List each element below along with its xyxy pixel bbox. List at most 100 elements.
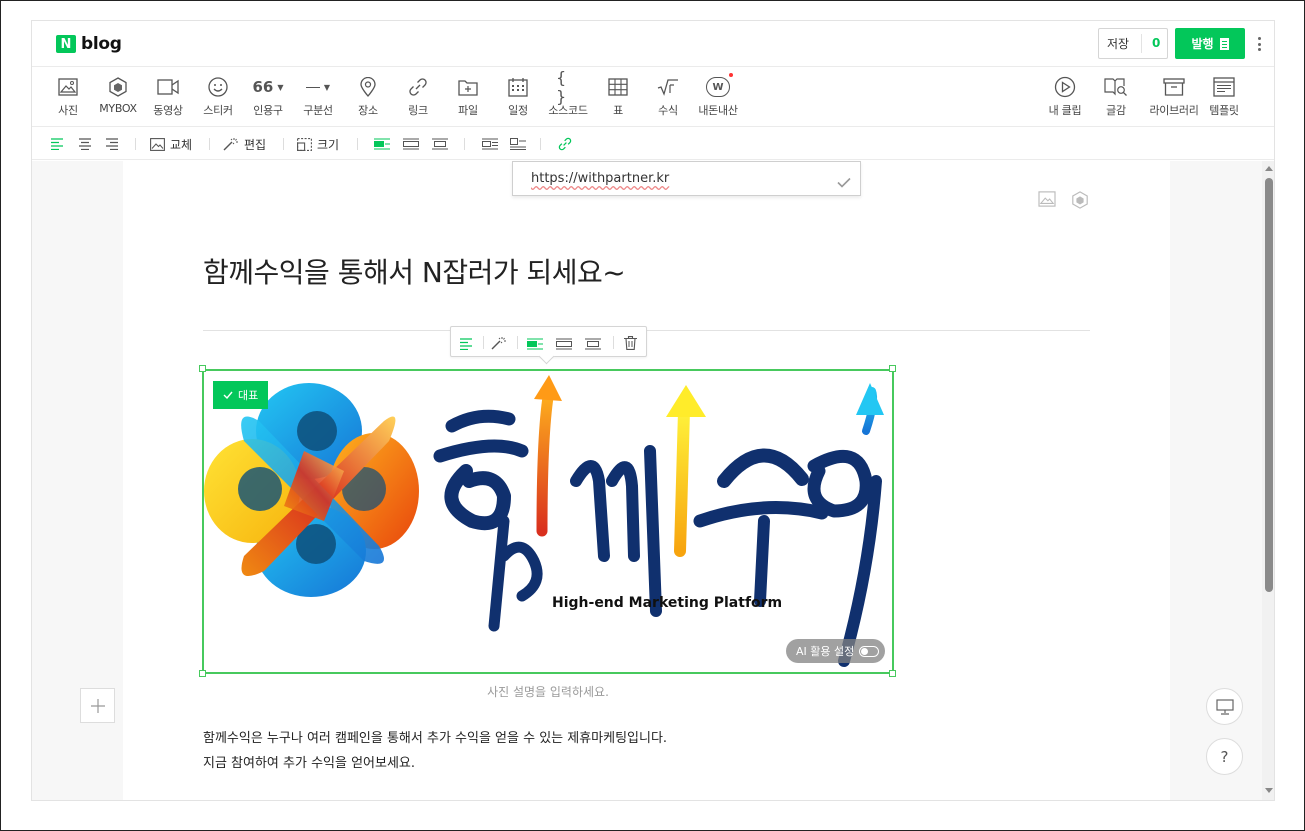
file-icon <box>456 75 480 99</box>
resize-handle-top-right[interactable] <box>889 365 896 372</box>
toolbar-divider[interactable]: ▼ 구분선 <box>293 75 343 118</box>
confirm-check-icon[interactable] <box>837 173 851 192</box>
separator <box>540 138 541 150</box>
image-caption-input[interactable]: 사진 설명을 입력하세요. <box>202 683 894 700</box>
layout-wide-icon[interactable] <box>432 136 448 152</box>
trash-icon[interactable] <box>624 335 637 354</box>
material-icon <box>1104 75 1128 99</box>
toolbar-template[interactable]: 템플릿 <box>1199 75 1249 118</box>
align-left-icon[interactable] <box>51 136 63 152</box>
clip-icon <box>1053 75 1077 99</box>
representative-badge[interactable]: 대표 <box>213 381 269 409</box>
toolbar-photo[interactable]: 사진 <box>43 75 93 118</box>
body-paragraph: 함께수익은 누구나 여러 캠페인을 통해서 추가 수익을 얻을 수 있는 제휴마… <box>203 731 668 746</box>
layout-wide-icon[interactable] <box>585 335 601 354</box>
text-wrap-right-icon[interactable] <box>510 136 526 152</box>
check-icon <box>223 391 233 399</box>
ai-usage-toggle[interactable]: AI 활용 설정 <box>786 639 885 663</box>
toolbar-link[interactable]: 링크 <box>393 75 443 118</box>
toolbar-label: 동영상 <box>153 104 183 117</box>
text-wrap-left-icon[interactable] <box>482 136 498 152</box>
toolbar-file[interactable]: 파일 <box>443 75 493 118</box>
toolbar-label: 구분선 <box>303 104 333 117</box>
scroll-down-icon[interactable] <box>1265 788 1273 793</box>
blog-logo[interactable]: N blog <box>56 34 122 54</box>
toolbar-label: 글감 <box>1106 104 1126 117</box>
place-icon <box>356 75 380 99</box>
scroll-up-icon[interactable] <box>1265 166 1273 171</box>
align-right-icon[interactable] <box>106 136 118 152</box>
toggle-switch-icon[interactable] <box>859 645 880 657</box>
resize-handle-bottom-right[interactable] <box>889 670 896 677</box>
photo-icon[interactable] <box>1038 191 1056 213</box>
image-link-icon[interactable] <box>558 136 572 152</box>
layout-inline-icon[interactable] <box>374 136 390 152</box>
post-title[interactable]: 함께수익을 통해서 N잡러가 되세요~ <box>203 251 626 291</box>
toolbar-formula[interactable]: 수식 <box>643 75 693 118</box>
add-component-button[interactable] <box>80 688 115 723</box>
toolbar-source-code[interactable]: { } 소스코드 <box>543 68 593 118</box>
save-label: 저장 <box>1107 37 1130 51</box>
toolbar-label: 장소 <box>358 104 378 117</box>
link-url-input[interactable]: https://withpartner.kr <box>531 171 669 186</box>
toolbar-place[interactable]: 장소 <box>343 75 393 118</box>
question-icon: ? <box>1220 747 1229 766</box>
layout-full-icon[interactable] <box>403 136 419 152</box>
document-icon <box>1219 37 1229 50</box>
separator <box>483 336 484 349</box>
sticker-icon <box>206 75 230 99</box>
align-left-icon[interactable] <box>460 335 472 354</box>
toolbar-library[interactable]: 라이브러리 <box>1149 75 1199 118</box>
more-options-icon[interactable] <box>1254 34 1264 54</box>
toolbar-label: 템플릿 <box>1209 104 1239 117</box>
vertical-scrollbar[interactable] <box>1262 161 1274 800</box>
toolbar-mybox[interactable]: MYBOX <box>93 75 143 115</box>
selected-image[interactable]: High-end Marketing Platform 대표 AI 활용 설정 <box>202 369 894 674</box>
replace-image-button[interactable]: 교체 <box>150 136 192 152</box>
toolbar-calendar[interactable]: 일정 <box>493 75 543 118</box>
publish-button[interactable]: 발행 <box>1175 28 1245 59</box>
ai-toggle-label: AI 활용 설정 <box>796 645 855 658</box>
separator <box>613 336 614 349</box>
toolbar-label: 소스코드 <box>548 104 588 117</box>
post-body[interactable]: 함께수익은 누구나 여러 캠페인을 통해서 추가 수익을 얻을 수 있는 제휴마… <box>203 726 667 776</box>
magic-wand-icon[interactable] <box>491 335 507 354</box>
video-icon <box>156 75 180 99</box>
library-icon <box>1162 75 1186 99</box>
table-icon <box>606 75 630 99</box>
resize-handle-top-left[interactable] <box>199 365 206 372</box>
toolbar-my-clip[interactable]: 내 클립 <box>1040 75 1090 118</box>
separator <box>464 138 465 150</box>
resize-image-button[interactable]: 크기 <box>297 136 339 152</box>
toolbar-sticker[interactable]: 스티커 <box>193 75 243 118</box>
link-popup: https://withpartner.kr <box>512 161 861 196</box>
component-side-icons <box>1038 191 1089 213</box>
toolbar-my-money[interactable]: W 내돈내산 <box>693 73 743 118</box>
scroll-thumb[interactable] <box>1265 178 1273 592</box>
edit-image-button[interactable]: 편집 <box>223 136 266 152</box>
toolbar-label: 스티커 <box>203 104 233 117</box>
plus-icon <box>90 698 105 713</box>
help-button[interactable]: ? <box>1206 738 1243 775</box>
pc-preview-button[interactable] <box>1206 688 1243 725</box>
layout-inline-icon[interactable] <box>527 335 543 354</box>
logo-text: blog <box>81 34 122 54</box>
toolbar-material[interactable]: 글감 <box>1091 75 1141 118</box>
magic-wand-icon <box>223 138 238 151</box>
saved-count[interactable]: 0 <box>1141 34 1160 53</box>
align-center-icon[interactable] <box>79 136 91 152</box>
monitor-icon <box>1215 698 1234 715</box>
toolbar-label: 라이브러리 <box>1149 104 1199 117</box>
mybox-icon[interactable] <box>1071 191 1089 213</box>
toolbar-table[interactable]: 표 <box>593 75 643 118</box>
toolbar-video[interactable]: 동영상 <box>143 75 193 118</box>
image-format-toolbar: 교체 편집 크기 <box>32 127 1274 160</box>
calendar-icon <box>506 75 530 99</box>
brand-logo-image: High-end Marketing Platform <box>204 375 884 667</box>
tagline-text: High-end Marketing Platform <box>552 595 782 611</box>
layout-full-icon[interactable] <box>556 335 572 354</box>
save-button[interactable]: 저장 0 <box>1098 28 1168 59</box>
resize-handle-bottom-left[interactable] <box>199 670 206 677</box>
toolbar-label: 내돈내산 <box>698 104 738 117</box>
toolbar-quote[interactable]: 66 ▼ 인용구 <box>243 75 293 118</box>
